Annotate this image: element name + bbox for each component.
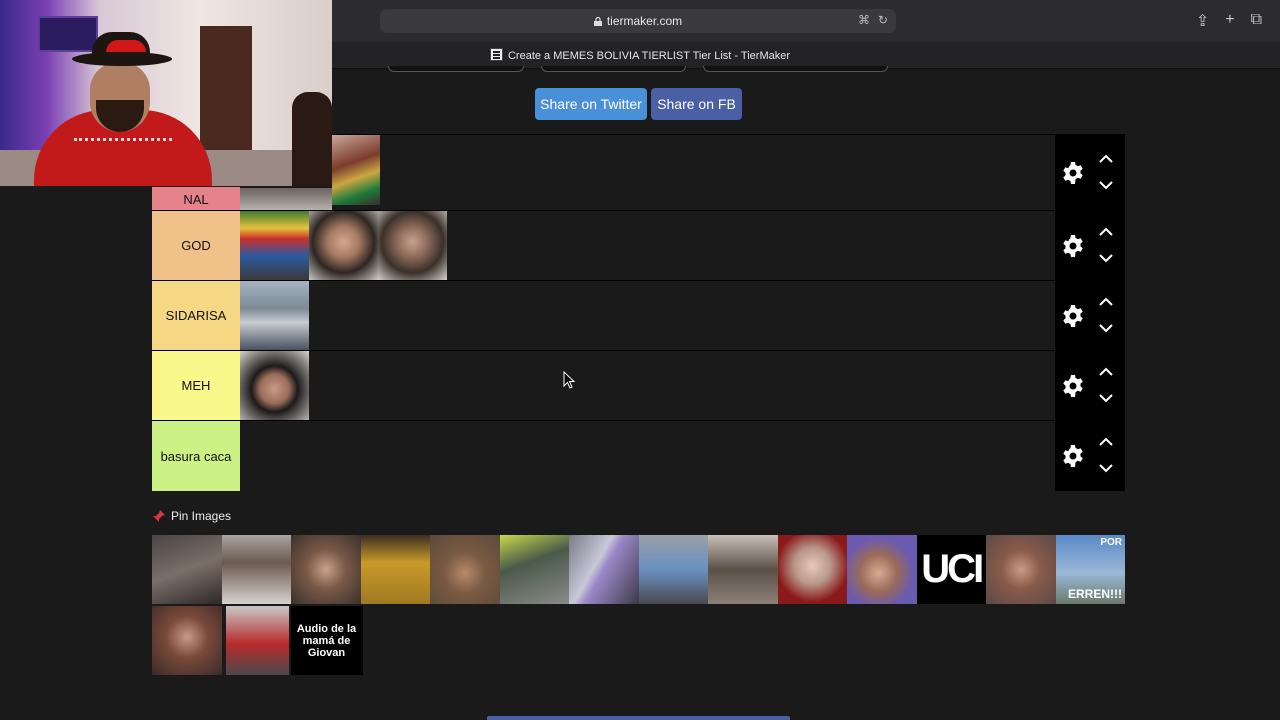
- pool-image-uci[interactable]: UCI: [916, 535, 986, 604]
- tier-label-basura-caca[interactable]: basura caca: [152, 421, 240, 491]
- tier-controls-god: [1055, 211, 1125, 280]
- cam-hat-brim: [72, 52, 172, 66]
- tier-image[interactable]: [378, 211, 447, 280]
- pool-image[interactable]: [777, 535, 847, 604]
- tier-controls-nal: [1055, 135, 1125, 210]
- gear-icon[interactable]: [1061, 444, 1085, 468]
- pin-images-header[interactable]: Pin Images: [152, 509, 231, 523]
- pin-images-label: Pin Images: [171, 509, 232, 523]
- chevron-down-icon[interactable]: [1099, 181, 1113, 190]
- chevron-up-icon[interactable]: [1099, 297, 1113, 306]
- por-text: POR: [1100, 537, 1122, 548]
- share-fb-button[interactable]: Share on FB: [651, 88, 742, 120]
- pool-image-audio[interactable]: Audio de la mamá de Giovan: [290, 606, 363, 675]
- tier-items-god: [240, 211, 447, 280]
- pin-row: UCI POR ERREN!!!: [152, 535, 1125, 604]
- tier-label-meh[interactable]: MEH: [152, 351, 240, 420]
- chevron-up-icon[interactable]: [1099, 437, 1113, 446]
- tier-image[interactable]: [240, 211, 309, 280]
- pool-image[interactable]: [291, 535, 361, 604]
- chevron-down-icon[interactable]: [1099, 324, 1113, 333]
- chevron-down-icon[interactable]: [1099, 254, 1113, 263]
- tier-items-meh: [240, 351, 309, 420]
- chevron-up-icon[interactable]: [1099, 154, 1113, 163]
- tier-image[interactable]: [240, 351, 309, 420]
- tier-items-sidarisa: [240, 281, 309, 350]
- tier-row-sidarisa: SIDARISA: [152, 280, 1125, 350]
- chevron-down-icon[interactable]: [1099, 464, 1113, 473]
- tier-controls-meh: [1055, 351, 1125, 420]
- pool-image-erren[interactable]: POR ERREN!!!: [1055, 535, 1125, 604]
- lock-icon: [593, 16, 602, 26]
- tier-image[interactable]: [332, 135, 380, 205]
- bottom-button-fragment[interactable]: [487, 716, 790, 720]
- tier-label-nal[interactable]: NAL: [152, 187, 240, 211]
- tiermaker-favicon-icon: [489, 48, 503, 61]
- cam-window: [38, 16, 98, 52]
- tier-row-meh: MEH: [152, 350, 1125, 420]
- pool-image[interactable]: [152, 535, 222, 604]
- pool-image[interactable]: [569, 535, 639, 604]
- tier-image[interactable]: [309, 211, 378, 280]
- gear-icon[interactable]: [1061, 304, 1085, 328]
- tier-row-basura-caca: basura caca: [152, 420, 1125, 491]
- new-tab-icon[interactable]: +: [1225, 11, 1234, 31]
- webcam-overlay: [0, 0, 332, 186]
- erren-text: ERREN!!!: [1068, 587, 1122, 601]
- gear-icon[interactable]: [1061, 234, 1085, 258]
- gear-icon[interactable]: [1061, 374, 1085, 398]
- tier-row-god: GOD: [152, 210, 1125, 280]
- dropdown-fragment: [703, 66, 888, 72]
- tab-overview-icon[interactable]: ⧉: [1251, 11, 1262, 31]
- translate-icon[interactable]: ⌘: [858, 13, 870, 27]
- tier-controls-basura-caca: [1055, 421, 1125, 491]
- tab-title: Create a MEMES BOLIVIA TIERLIST Tier Lis…: [507, 50, 790, 62]
- gear-icon[interactable]: [1061, 161, 1085, 185]
- chevron-down-icon[interactable]: [1099, 394, 1113, 403]
- pin-row: Audio de la mamá de Giovan: [152, 606, 363, 675]
- pool-image[interactable]: [638, 535, 708, 604]
- pool-image[interactable]: [430, 535, 500, 604]
- url-text: tiermaker.com: [606, 14, 683, 28]
- tier-label-sidarisa[interactable]: SIDARISA: [152, 281, 240, 350]
- mouse-cursor-icon: [563, 371, 575, 389]
- cam-santa-hat: [106, 40, 146, 52]
- tier-label-god[interactable]: GOD: [152, 211, 240, 280]
- tier-controls-sidarisa: [1055, 281, 1125, 350]
- reload-icon[interactable]: ↻: [878, 13, 888, 27]
- address-bar[interactable]: tiermaker.com ⌘ ↻: [380, 9, 896, 33]
- chevron-up-icon[interactable]: [1099, 367, 1113, 376]
- pool-image[interactable]: [221, 535, 291, 604]
- share-twitter-button[interactable]: Share on Twitter: [535, 88, 647, 120]
- dropdown-fragment: [388, 66, 524, 72]
- pool-image[interactable]: [152, 606, 222, 675]
- pool-image[interactable]: [847, 535, 917, 604]
- pushpin-icon: [153, 510, 165, 522]
- pool-image[interactable]: [499, 535, 569, 604]
- tier-image[interactable]: [240, 281, 309, 350]
- pool-image[interactable]: [986, 535, 1056, 604]
- pool-image[interactable]: [708, 535, 778, 604]
- pool-image[interactable]: [225, 606, 289, 675]
- chevron-up-icon[interactable]: [1099, 227, 1113, 236]
- pool-image[interactable]: [360, 535, 430, 604]
- page: tiermaker.com ⌘ ↻ ⇪ + ⧉ Create a MEMES B…: [0, 0, 1280, 720]
- cam-chair: [292, 92, 332, 186]
- share-icon[interactable]: ⇪: [1196, 11, 1209, 31]
- dropdown-fragment: [541, 66, 686, 72]
- cam-door: [200, 26, 252, 166]
